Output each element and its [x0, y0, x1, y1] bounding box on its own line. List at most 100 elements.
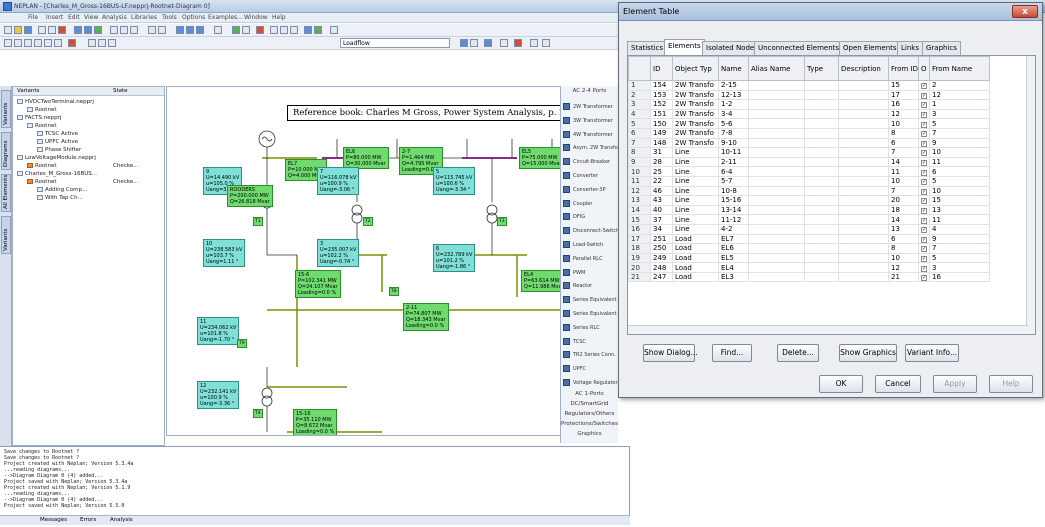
tree-node[interactable]: TCSC Active	[37, 131, 78, 137]
close-icon[interactable]: x	[1012, 5, 1038, 18]
checkbox[interactable]: ✓	[921, 217, 927, 224]
checkbox[interactable]: ✓	[921, 121, 927, 128]
palette-group[interactable]: AC 1-Ports	[561, 391, 618, 397]
undo-icon[interactable]	[148, 26, 156, 34]
show-dialog-button[interactable]: Show Dialog...	[643, 344, 698, 362]
tab-all-elements[interactable]: All Elements	[1, 174, 11, 212]
bus-5-result[interactable]: 5 U=115.745 kV u=100.6 % Uang=-3.34 °	[433, 167, 476, 195]
grid-icon[interactable]	[176, 26, 184, 34]
on-checkbox[interactable]: ✓	[918, 156, 930, 168]
zoom-icon[interactable]	[214, 26, 222, 34]
palette-item[interactable]: Asym. 2W Transfor	[563, 141, 620, 155]
column-header[interactable]: Alias Name	[748, 56, 805, 81]
on-checkbox[interactable]: ✓	[918, 166, 930, 177]
tree-node[interactable]: UPFC Active	[37, 139, 78, 145]
menu-edit[interactable]: Edit	[68, 14, 80, 21]
on-checkbox[interactable]: ✓	[918, 262, 930, 273]
tree-node[interactable]: Rootnet	[27, 163, 57, 169]
table-row[interactable]: 5 150 2W Transfo 5-6 10 ✓ 5	[628, 118, 990, 129]
table-row[interactable]: 14 40 Line 13-14 18 ✓ 13	[628, 204, 990, 216]
cut-icon[interactable]	[110, 26, 118, 34]
preview-icon[interactable]	[48, 26, 56, 34]
tab-variants[interactable]: Variants	[1, 90, 11, 128]
tree-node[interactable]: LowVoltageModule.nepprj	[17, 155, 96, 161]
checkbox[interactable]: ✓	[921, 198, 927, 205]
table-row[interactable]: 16 34 Line 4-2 13 ✓ 4	[628, 223, 990, 235]
align-center-icon[interactable]	[98, 39, 106, 47]
tab-unconnected-elements[interactable]: Unconnected Elements	[754, 41, 844, 55]
transformer-label[interactable]: T2	[363, 217, 373, 226]
palette-item[interactable]: Disconnect-Switch	[563, 224, 619, 238]
help-button[interactable]: Help	[989, 375, 1033, 393]
menu-analysis[interactable]: Analysis	[102, 14, 127, 21]
show-graphics-button[interactable]: Show Graphics	[839, 344, 897, 362]
tab-variants-2[interactable]: Variants	[1, 216, 11, 254]
on-checkbox[interactable]: ✓	[918, 214, 930, 225]
tab-elements[interactable]: Elements	[664, 39, 705, 55]
line-2-11-result[interactable]: 2-11 P=74.807 MW Q=18.343 Mvar Loading=0.0 …	[403, 303, 449, 331]
diagram-icon[interactable]	[74, 26, 82, 34]
tab-statistics[interactable]: Statistics	[627, 41, 667, 55]
table-row[interactable]: 7 148 2W Transfo 9-10 6 ✓ 9	[628, 137, 990, 149]
network-diagram[interactable]: Reference book: Charles M Gross, Power S…	[166, 86, 616, 436]
palette-item[interactable]: Coupler	[563, 197, 617, 211]
results-icon[interactable]	[314, 26, 322, 34]
layout-icon[interactable]	[186, 26, 194, 34]
checkbox[interactable]: ✓	[921, 92, 927, 99]
on-checkbox[interactable]: ✓	[918, 195, 930, 206]
open-icon[interactable]	[14, 26, 22, 34]
table-row[interactable]: 8 31 Line 10-11 7 ✓ 10	[628, 147, 990, 158]
transformer-label[interactable]: T1	[253, 217, 263, 226]
table-row[interactable]: 20 248 Load EL4 12 ✓ 3	[628, 262, 990, 273]
checkbox[interactable]: ✓	[921, 246, 927, 253]
checkbox[interactable]: ✓	[921, 179, 927, 186]
binoculars-icon[interactable]	[330, 26, 338, 34]
tree-node[interactable]: Charles_M_Gross-16BUS...	[17, 171, 97, 177]
palette-item[interactable]: TR2 Series Conn.	[563, 348, 617, 362]
line-15-6-result[interactable]: 15-6 P=102.341 MW Q=24.107 Mvar Loading=0.0…	[295, 270, 341, 298]
checkbox[interactable]: ✓	[921, 112, 927, 118]
menu-window[interactable]: Window	[244, 14, 268, 21]
checkbox[interactable]: ✓	[921, 83, 927, 90]
checkbox[interactable]: ✓	[921, 160, 927, 166]
analysis-icon[interactable]	[232, 26, 240, 34]
cancel-button[interactable]: Cancel	[875, 375, 921, 393]
on-checkbox[interactable]: ✓	[918, 204, 930, 216]
palette-header[interactable]: AC 2-4 Ports	[561, 88, 618, 94]
on-checkbox[interactable]: ✓	[918, 185, 930, 197]
table-row[interactable]: 4 151 2W Transfo 3-4 12 ✓ 3	[628, 108, 990, 120]
ok-button[interactable]: OK	[819, 375, 863, 393]
graphics-icon[interactable]	[304, 26, 312, 34]
bus-11-result[interactable]: 11 U=234.062 kV u=101.8 % Uang=-1.70 °	[197, 317, 240, 345]
palette-item[interactable]: Voltage Regulator	[563, 376, 618, 390]
on-checkbox[interactable]: ✓	[918, 108, 930, 120]
loadflow-select[interactable]: Loadflow	[340, 38, 450, 48]
tree-node[interactable]: Rootnet	[27, 123, 57, 129]
horizontal-scrollbar[interactable]	[628, 325, 1028, 334]
checkbox[interactable]: ✓	[921, 236, 927, 243]
palette-item[interactable]: Series RLC	[563, 321, 617, 335]
column-header[interactable]	[628, 56, 651, 81]
line-15-16-result[interactable]: 15-16 P=35.110 MW Q=8.672 Mvar Loading=0.0 …	[293, 409, 338, 435]
checkbox[interactable]: ✓	[921, 275, 927, 282]
column-header[interactable]: O	[918, 56, 930, 81]
checkbox[interactable]: ✓	[921, 150, 927, 157]
palette-item[interactable]: UPFC	[563, 362, 617, 376]
checkbox[interactable]: ✓	[921, 208, 927, 214]
tab-links[interactable]: Links	[897, 41, 923, 55]
column-header[interactable]: From ID	[888, 56, 919, 81]
on-checkbox[interactable]: ✓	[918, 99, 930, 110]
on-checkbox[interactable]: ✓	[918, 137, 930, 149]
bus-10-result[interactable]: 10 U=238.583 kV u=103.7 % Uang=1.11 °	[203, 239, 246, 267]
help-icon[interactable]	[58, 26, 66, 34]
column-header[interactable]: Description	[838, 56, 889, 81]
tab-errors[interactable]: Errors	[80, 517, 96, 523]
window-icon[interactable]	[196, 26, 204, 34]
element-label[interactable]: T8	[389, 287, 399, 296]
polygon-tool-icon[interactable]	[44, 39, 52, 47]
vertical-scrollbar[interactable]	[1026, 56, 1035, 334]
new-icon[interactable]	[4, 26, 12, 34]
tab-graphics[interactable]: Graphics	[922, 41, 961, 55]
polyline-tool-icon[interactable]	[14, 39, 22, 47]
palette-item[interactable]: TCSC	[563, 335, 617, 349]
